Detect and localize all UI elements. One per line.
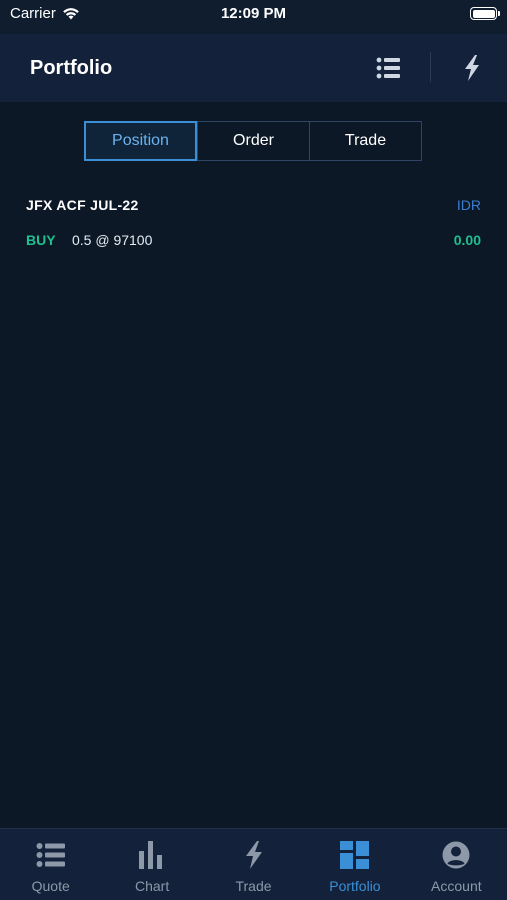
portfolio-grid-icon (339, 841, 369, 869)
position-side: BUY (26, 232, 56, 248)
tabbar-item-chart[interactable]: Chart (101, 829, 202, 900)
position-pnl: 0.00 (453, 232, 481, 248)
bar-chart-icon (139, 841, 163, 869)
tab-trade[interactable]: Trade (309, 121, 422, 161)
tabbar-label-trade: Trade (235, 878, 272, 894)
bolt-icon (245, 841, 262, 869)
tabbar-label-account: Account (431, 878, 482, 894)
tab-trade-label: Trade (344, 132, 387, 149)
list-icon (376, 57, 400, 79)
tabbar-label-quote: Quote (31, 878, 70, 894)
header-divider (430, 52, 431, 82)
tab-position-label: Position (112, 132, 169, 149)
list-icon (36, 843, 65, 867)
bolt-icon (465, 55, 479, 81)
position-quantity-price: 0.5 @ 97100 (72, 232, 153, 248)
tab-position[interactable]: Position (84, 121, 197, 161)
position-symbol: JFX ACF JUL-22 (26, 197, 139, 213)
position-currency: IDR (456, 197, 481, 213)
tabbar-label-chart: Chart (134, 878, 170, 894)
battery-icon (470, 7, 500, 20)
account-icon (442, 841, 470, 869)
tab-order-label: Order (233, 132, 274, 149)
quick-trade-button[interactable] (460, 54, 484, 82)
app-header: Portfolio (0, 34, 507, 102)
tabbar-item-account[interactable]: Account (406, 829, 507, 900)
tabbar-label-portfolio: Portfolio (329, 878, 381, 894)
page-title: Portfolio (30, 57, 113, 79)
tabbar-item-quote[interactable]: Quote (0, 829, 101, 900)
tab-order[interactable]: Order (197, 121, 310, 161)
list-view-button[interactable] (376, 56, 402, 80)
tabbar-item-trade[interactable]: Trade (203, 829, 304, 900)
status-time: 12:09 PM (220, 5, 287, 22)
bottom-tab-bar: Quote Chart Trade Portfolio Account (0, 828, 507, 900)
tabbar-item-portfolio[interactable]: Portfolio (304, 829, 405, 900)
status-bar: Carrier 12:09 PM (0, 0, 507, 34)
